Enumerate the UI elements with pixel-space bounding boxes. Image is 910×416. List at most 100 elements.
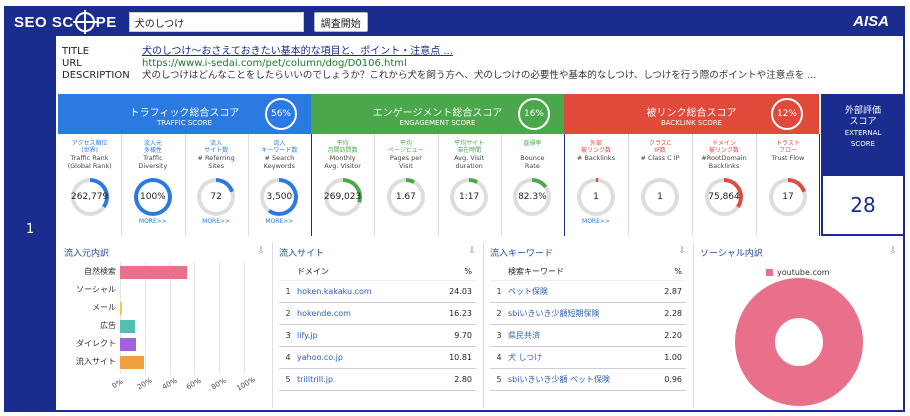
- row-label[interactable]: lify.jp: [297, 331, 436, 340]
- metric-0: アクセス順位 (世界) Traffic Rank (Global Rank) 262…: [58, 134, 121, 236]
- more-link[interactable]: MORE>>: [564, 218, 628, 225]
- bar-3: [120, 320, 135, 333]
- table-row[interactable]: 1 ペット保険 2.87: [490, 281, 686, 303]
- table-row[interactable]: 4 yahoo.co.jp 10.81: [279, 347, 476, 369]
- metric-label-jp: 平均 ページビュー: [387, 140, 424, 154]
- metric-label-jp: ドメイン 被リンク数: [708, 140, 739, 154]
- metric-divider: [692, 134, 693, 236]
- search-button[interactable]: 調査開始: [313, 12, 368, 32]
- table-row[interactable]: 1 hoken.kakaku.com 24.03: [279, 281, 476, 303]
- row-label[interactable]: trilltrill.jp: [297, 375, 436, 384]
- table-row[interactable]: 2 sbiいきいき少額短期保険 2.28: [490, 303, 686, 325]
- axis-tick: 100%: [235, 375, 257, 393]
- metric-9: クラスC IP数 # Class C IP 1: [628, 134, 692, 236]
- row-pct: 10.81: [449, 353, 472, 362]
- table-row[interactable]: 3 lify.jp 9.70: [279, 325, 476, 347]
- row-index-bar: 1: [6, 36, 56, 410]
- metric-label-en: # Class C IP: [640, 154, 680, 162]
- download-icon[interactable]: ⇩: [257, 246, 265, 256]
- engagement-score-header: エンゲージメント総合スコア ENGAGEMENT SCORE 16%: [311, 94, 564, 134]
- metric-7: 直帰率 Bounce Rate 82.3%: [501, 134, 564, 236]
- logo-text: SEO SC: [14, 13, 74, 31]
- table-row[interactable]: 4 犬 しつけ 1.00: [490, 347, 686, 369]
- traffic-score-header: トラフィック総合スコア TRAFFIC SCORE 56%: [58, 94, 311, 134]
- traffic-source-title: 流入元内訳: [64, 249, 110, 259]
- row-pct: 2.28: [664, 309, 682, 318]
- backlink-score-pct: 12%: [771, 98, 803, 130]
- row-label[interactable]: hokende.com: [297, 309, 436, 318]
- metric-label-en: Monthly Avg. Visitor: [324, 154, 361, 170]
- metric-divider: [374, 134, 376, 236]
- row-pct: 2.87: [664, 287, 682, 296]
- row-label[interactable]: yahoo.co.jp: [297, 353, 436, 362]
- row-pct: 1.00: [664, 353, 682, 362]
- row-label[interactable]: sbiいきいき少額 ペット保険: [508, 374, 646, 385]
- table-row[interactable]: 5 trilltrill.jp 2.80: [279, 369, 476, 391]
- metric-label-en: Traffic Rank (Global Rank): [67, 154, 112, 170]
- keywords-table: 検索キーワード% 1 ペット保険 2.87 2 sbiいきいき少額短期保険 2.28 3 県民…: [490, 263, 686, 391]
- metric-label-jp: アクセス順位 (世界): [71, 140, 108, 154]
- row-label[interactable]: ペット保険: [508, 286, 646, 297]
- bar-0: [120, 266, 187, 279]
- metric-divider: [628, 134, 629, 236]
- metric-gauge: 262,779: [70, 178, 109, 216]
- metric-gauge: 1: [641, 178, 679, 216]
- metric-label-jp: 流入 キーワード数: [261, 140, 298, 154]
- metric-label-jp: トラスト フロー: [776, 140, 800, 154]
- row-label[interactable]: sbiいきいき少額短期保険: [508, 308, 646, 319]
- metric-gauge: 82.3%: [513, 178, 552, 216]
- metric-divider: [247, 134, 249, 236]
- table-row[interactable]: 5 sbiいきいき少額 ペット保険 0.96: [490, 369, 686, 391]
- section-divider: [311, 134, 312, 236]
- table-row[interactable]: 2 hokende.com 16.23: [279, 303, 476, 325]
- social-pie-chart: [735, 278, 863, 406]
- bar-label: ソーシャル: [76, 285, 116, 294]
- seo-scope-logo[interactable]: SEO SC PE: [14, 10, 117, 34]
- metric-label-en: # Search Keywords: [263, 154, 295, 170]
- metric-value: 1.67: [390, 182, 421, 212]
- bar-5: [120, 356, 144, 369]
- row-label[interactable]: 県民共済: [508, 330, 646, 341]
- logo-text-tail: PE: [95, 13, 117, 31]
- grid-line: [194, 262, 196, 374]
- referring-sites-panel: 流入サイト ⇩ ドメイン% 1 hoken.kakaku.com 24.03 2 hok…: [273, 242, 482, 408]
- col-pct: %: [464, 267, 472, 276]
- bar-2: [120, 302, 123, 315]
- download-icon[interactable]: ⇩: [468, 246, 476, 256]
- metric-gauge: 1: [577, 178, 615, 216]
- referring-sites-title: 流入サイト: [279, 249, 325, 259]
- meta-title-link[interactable]: 犬のしつけ〜おさえておきたい基本的な項目と、ポイント・注意点 ...: [142, 46, 453, 58]
- page-meta: TITLE 犬のしつけ〜おさえておきたい基本的な項目と、ポイント・注意点 ... …: [62, 46, 816, 82]
- metric-divider: [437, 134, 439, 236]
- metric-label-en: Bounce Rate: [520, 154, 545, 170]
- row-pct: 0.96: [664, 375, 682, 384]
- meta-url-value[interactable]: https://www.i-sedai.com/pet/column/dog/D…: [142, 58, 407, 70]
- more-link[interactable]: MORE>>: [185, 218, 248, 225]
- axis-tick: 40%: [160, 376, 179, 392]
- metric-6: 平均サイト 滞在時間 Avg. Visit duration 1:17: [438, 134, 501, 236]
- meta-desc-key: DESCRIPTION: [62, 70, 130, 81]
- traffic-source-panel: 流入元内訳 ⇩ 自然検索 ソーシャル メール 広告 ダイレクト 流入サイト 0% 20% 40%…: [58, 242, 271, 408]
- external-score-header: 外部評価 スコア EXTERNAL SCORE: [821, 94, 905, 174]
- download-icon[interactable]: ⇩: [678, 246, 686, 256]
- external-score-value: 28: [821, 174, 905, 236]
- row-rank: 1: [285, 287, 291, 296]
- metric-label-jp: 平均 月間訪問数: [327, 140, 358, 154]
- metric-divider: [121, 134, 123, 236]
- more-link[interactable]: MORE>>: [121, 218, 184, 225]
- metric-gauge: 3,500: [260, 178, 299, 216]
- metric-11: トラスト フロー Trust Flow 17: [756, 134, 820, 236]
- traffic-score-pct: 56%: [265, 98, 297, 130]
- metric-label-jp: 外部 被リンク数: [580, 140, 611, 154]
- bar-label: 広告: [100, 321, 116, 330]
- table-row[interactable]: 3 県民共済 2.20: [490, 325, 686, 347]
- metric-value: 3,500: [264, 182, 295, 212]
- row-label[interactable]: 犬 しつけ: [508, 352, 646, 363]
- bar-label: ダイレクト: [76, 339, 116, 348]
- row-pct: 16.23: [449, 309, 472, 318]
- more-link[interactable]: MORE>>: [248, 218, 311, 225]
- search-input[interactable]: [128, 12, 304, 32]
- row-label[interactable]: hoken.kakaku.com: [297, 287, 436, 296]
- section-divider: [564, 134, 565, 236]
- grid-line: [244, 262, 245, 374]
